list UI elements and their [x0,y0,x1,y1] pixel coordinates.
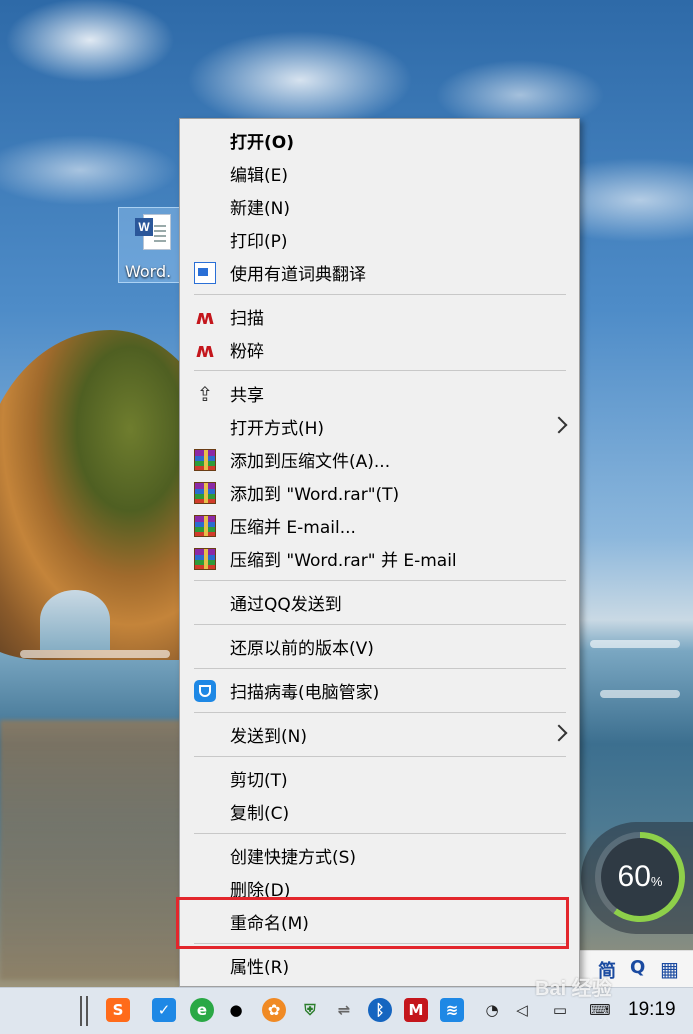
wallpaper-wave [600,690,680,698]
wallpaper-arch [40,590,110,650]
desktop-file-icon[interactable]: W Word. [118,207,188,283]
menu-separator [194,580,566,581]
menu-item[interactable]: 新建(N) [180,190,579,223]
menu-item-label: 打印(P) [230,232,288,252]
menu-item-label: 添加到 "Word.rar"(T) [230,485,400,505]
menu-item-label: 创建快捷方式(S) [230,848,357,868]
menu-item-label: 使用有道词典翻译 [230,265,366,285]
mcafee-icon: ʍ [195,305,215,329]
desktop-file-label: Word. [125,262,172,281]
menu-item[interactable]: ʍ 粉碎 [180,333,579,366]
menu-item-label: 打开(O) [230,133,294,153]
menu-item-label: 压缩并 E-mail... [230,518,356,538]
menu-item-label: 通过QQ发送到 [230,595,342,615]
search-icon[interactable]: Q [630,957,645,978]
menu-separator [194,833,566,834]
menu-item[interactable]: 创建快捷方式(S) [180,839,579,872]
wallpaper-wave [590,640,680,648]
menu-separator [194,756,566,757]
notification-icon[interactable]: ▭ [548,998,572,1022]
taskbar-divider [80,996,82,1026]
volume-icon[interactable]: ◁ [510,998,534,1022]
chevron-right-icon [550,724,568,742]
rename-highlight-box [176,897,569,949]
qq-icon[interactable]: ● [224,998,248,1022]
tencent-pc-manager-icon [194,680,216,702]
chevron-right-icon [550,416,568,434]
menu-item-label: 扫描病毒(电脑管家) [230,683,380,703]
menu-item-label: 编辑(E) [230,166,289,186]
audio-icon[interactable]: ≋ [440,998,464,1022]
wallpaper-reflection [0,720,200,980]
keyboard-icon[interactable]: ⌨ [588,998,612,1022]
menu-item-label: 粉碎 [230,342,264,362]
sogou-input-icon[interactable]: S [106,998,130,1022]
menu-item-label: 打开方式(H) [230,419,325,439]
winrar-icon [194,449,216,471]
menu-item-label: 还原以前的版本(V) [230,639,374,659]
menu-item[interactable]: 属性(R) [180,949,579,982]
menu-item[interactable]: 复制(C) [180,795,579,828]
menu-item[interactable]: 添加到 "Word.rar"(T) [180,476,579,509]
menu-separator [194,712,566,713]
mcafee-icon: ʍ [195,338,215,362]
menu-item[interactable]: 发送到(N) [180,718,579,751]
share-icon: ⇪ [196,382,214,406]
word-icon: W [135,218,153,236]
menu-item[interactable]: 剪切(T) [180,762,579,795]
grid-icon[interactable]: ▦ [660,957,679,981]
mcafee-icon[interactable]: M [404,998,428,1022]
menu-item[interactable]: 通过QQ发送到 [180,586,579,619]
menu-item[interactable]: 编辑(E) [180,157,579,190]
menu-item[interactable]: 还原以前的版本(V) [180,630,579,663]
menu-item-label: 剪切(T) [230,771,288,791]
wallpaper-wave [20,650,170,658]
wifi-icon[interactable]: ◔ [480,998,504,1022]
speed-ring: 60% [595,832,685,922]
menu-item[interactable]: ⇪ 共享 [180,377,579,410]
youdao-dict-icon [194,262,216,284]
clock[interactable]: 19:19 [628,999,676,1021]
menu-item[interactable]: 打印(P) [180,223,579,256]
taskbar-divider [86,996,88,1026]
game-center-icon[interactable]: ✿ [262,998,286,1022]
menu-item[interactable]: ʍ 扫描 [180,300,579,333]
menu-separator [194,624,566,625]
menu-item-label: 复制(C) [230,804,290,824]
watermark: Bai 经验 [535,978,612,1000]
menu-item-label: 添加到压缩文件(A)... [230,452,391,472]
network-transfer-icon[interactable]: ⇌ [332,998,356,1022]
menu-item[interactable]: 扫描病毒(电脑管家) [180,674,579,707]
speed-percent: 60% [617,860,663,893]
menu-separator [194,370,566,371]
menu-separator [194,668,566,669]
menu-separator [194,294,566,295]
menu-item-label: 压缩到 "Word.rar" 并 E-mail [230,551,457,571]
windows-defender-icon[interactable]: ⛨ [298,998,322,1022]
menu-item-label: 属性(R) [230,958,290,978]
menu-item-label: 共享 [230,386,264,406]
context-menu: 打开(O) 编辑(E) 新建(N) 打印(P) 使用有道词典翻译 ʍ 扫描 ʍ 粉碎 ⇪ 共享打开方… [179,118,580,987]
bluetooth-icon[interactable]: ᛒ [368,998,392,1022]
winrar-icon [194,482,216,504]
menu-item[interactable]: 压缩并 E-mail... [180,509,579,542]
menu-item[interactable]: 添加到压缩文件(A)... [180,443,579,476]
menu-item-label: 发送到(N) [230,727,307,747]
menu-item[interactable]: 压缩到 "Word.rar" 并 E-mail [180,542,579,575]
menu-item[interactable]: 打开(O) [180,124,579,157]
winrar-icon [194,515,216,537]
menu-item[interactable]: 打开方式(H) [180,410,579,443]
speed-widget[interactable]: 60% [581,822,693,934]
menu-item[interactable]: 使用有道词典翻译 [180,256,579,289]
tencent-pc-manager-icon[interactable]: ✓ [152,998,176,1022]
menu-item-label: 扫描 [230,309,264,329]
ie-browser-icon[interactable]: e [190,998,214,1022]
winrar-icon [194,548,216,570]
menu-item-label: 新建(N) [230,199,290,219]
